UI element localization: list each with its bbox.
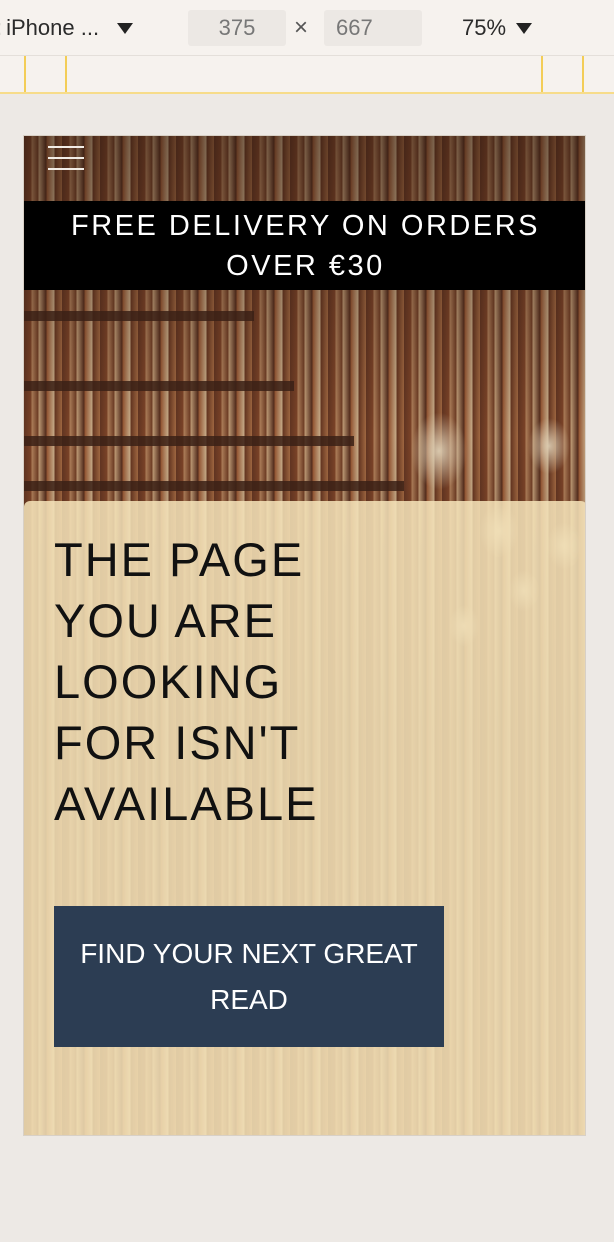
device-label: iPhone ... [6, 15, 100, 40]
breakpoint-marker[interactable] [65, 56, 67, 92]
error-content-card: THE PAGE YOU ARE LOOKING FOR ISN'T AVAIL… [24, 501, 585, 1135]
breakpoint-marker[interactable] [582, 56, 584, 92]
free-delivery-banner: FREE DELIVERY ON ORDERS OVER €30 [24, 201, 585, 290]
chevron-down-icon [117, 22, 134, 34]
chevron-down-icon [516, 22, 533, 34]
device-selector[interactable]: : iPhone ... [0, 0, 134, 56]
zoom-label: 75% [462, 15, 507, 40]
breakpoint-marker[interactable] [541, 56, 543, 92]
viewport-width-input[interactable]: 375 [188, 10, 286, 46]
truncated-edge: : [0, 15, 2, 41]
viewport-height-input[interactable]: 667 [324, 10, 422, 46]
hamburger-menu-icon[interactable] [48, 144, 84, 174]
find-next-read-button[interactable]: FIND YOUR NEXT GREAT READ [54, 906, 444, 1047]
device-toolbar: : iPhone ... 375 × 667 75% [0, 0, 614, 56]
zoom-selector[interactable]: 75% [462, 0, 533, 56]
page-title: THE PAGE YOU ARE LOOKING FOR ISN'T AVAIL… [54, 533, 319, 830]
breakpoint-marker[interactable] [24, 56, 26, 92]
dimension-separator: × [294, 14, 309, 41]
device-viewport: FREE DELIVERY ON ORDERS OVER €30 THE PAG… [23, 135, 586, 1136]
media-query-ruler[interactable] [0, 56, 614, 94]
